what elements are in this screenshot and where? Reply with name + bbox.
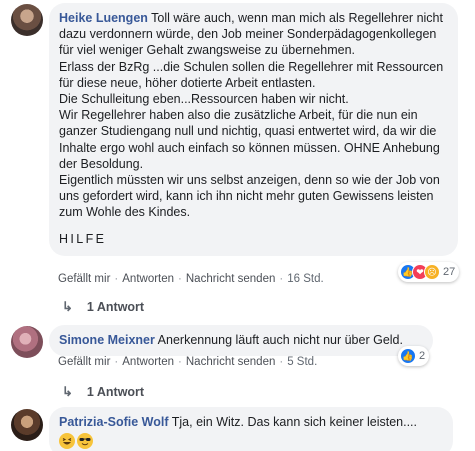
send-message-link[interactable]: Nachricht senden bbox=[186, 273, 276, 285]
separator: · bbox=[279, 356, 284, 368]
reaction-summary[interactable]: 👍 ❤ ☹ 27 bbox=[398, 262, 460, 282]
author-name[interactable]: Simone Meixner bbox=[59, 333, 155, 347]
separator: · bbox=[114, 356, 119, 368]
reaction-count: 2 bbox=[419, 350, 426, 362]
reply-link[interactable]: Antworten bbox=[122, 273, 174, 285]
separator: · bbox=[114, 273, 119, 285]
author-name[interactable]: Heike Luengen bbox=[59, 11, 148, 25]
comment-text: Tja, ein Witz. Das kann sich keiner leis… bbox=[171, 415, 417, 429]
comment-actions: Gefällt mir · Antworten · Nachricht senden · 5… bbox=[58, 356, 317, 368]
laughing-emoji-icon bbox=[59, 432, 75, 449]
avatar[interactable] bbox=[11, 409, 43, 441]
comment-text-p4: Wir Regellehrer haben also die zusätzlic… bbox=[59, 108, 440, 171]
like-link[interactable]: Gefällt mir bbox=[58, 356, 110, 368]
reply-link[interactable]: Antworten bbox=[122, 356, 174, 368]
emoji-row bbox=[59, 432, 442, 449]
comment-closing: HILFE bbox=[59, 231, 107, 246]
timestamp[interactable]: 16 Std. bbox=[287, 273, 323, 285]
sunglasses-emoji-icon bbox=[77, 432, 93, 449]
separator: · bbox=[279, 273, 284, 285]
comment-text-p5: Eigentlich müssten wir uns selbst anzeig… bbox=[59, 173, 440, 220]
comment-text-p2: Erlass der BzRg ...die Schulen sollen di… bbox=[59, 59, 444, 90]
reaction-count: 27 bbox=[443, 266, 456, 278]
comment-text: Anerkennung läuft auch nicht nur über Ge… bbox=[157, 333, 403, 347]
send-message-link[interactable]: Nachricht senden bbox=[186, 356, 276, 368]
comment-bubble: Heike Luengen Toll wäre auch, wenn man m… bbox=[49, 3, 458, 256]
comment-actions: Gefällt mir · Antworten · Nachricht senden · 1… bbox=[58, 273, 324, 285]
author-name[interactable]: Patrizia-Sofie Wolf bbox=[59, 415, 169, 429]
separator: · bbox=[178, 356, 182, 368]
view-replies-link[interactable]: ↳ 1 Antwort bbox=[62, 384, 144, 400]
view-replies-link[interactable]: ↳ 1 Antwort bbox=[62, 299, 144, 315]
like-link[interactable]: Gefällt mir bbox=[58, 273, 110, 285]
reply-count: 1 Antwort bbox=[86, 385, 145, 399]
sad-reaction-icon: ☹ bbox=[424, 264, 440, 280]
comment-text-p3: Die Schulleitung eben...Ressourcen haben… bbox=[59, 92, 349, 107]
reaction-summary[interactable]: 👍 2 bbox=[398, 346, 430, 366]
separator: · bbox=[178, 273, 182, 285]
comment-bubble: Simone Meixner Anerkennung läuft auch ni… bbox=[49, 325, 433, 357]
timestamp[interactable]: 5 Std. bbox=[287, 356, 317, 368]
reply-arrow-icon: ↳ bbox=[62, 384, 73, 399]
comment-bubble: Patrizia-Sofie Wolf Tja, ein Witz. Das k… bbox=[49, 407, 453, 451]
avatar[interactable] bbox=[11, 326, 43, 358]
like-reaction-icon: 👍 bbox=[400, 348, 416, 364]
reply-count: 1 Antwort bbox=[86, 300, 145, 314]
avatar[interactable] bbox=[11, 4, 43, 36]
reply-arrow-icon: ↳ bbox=[62, 299, 73, 314]
